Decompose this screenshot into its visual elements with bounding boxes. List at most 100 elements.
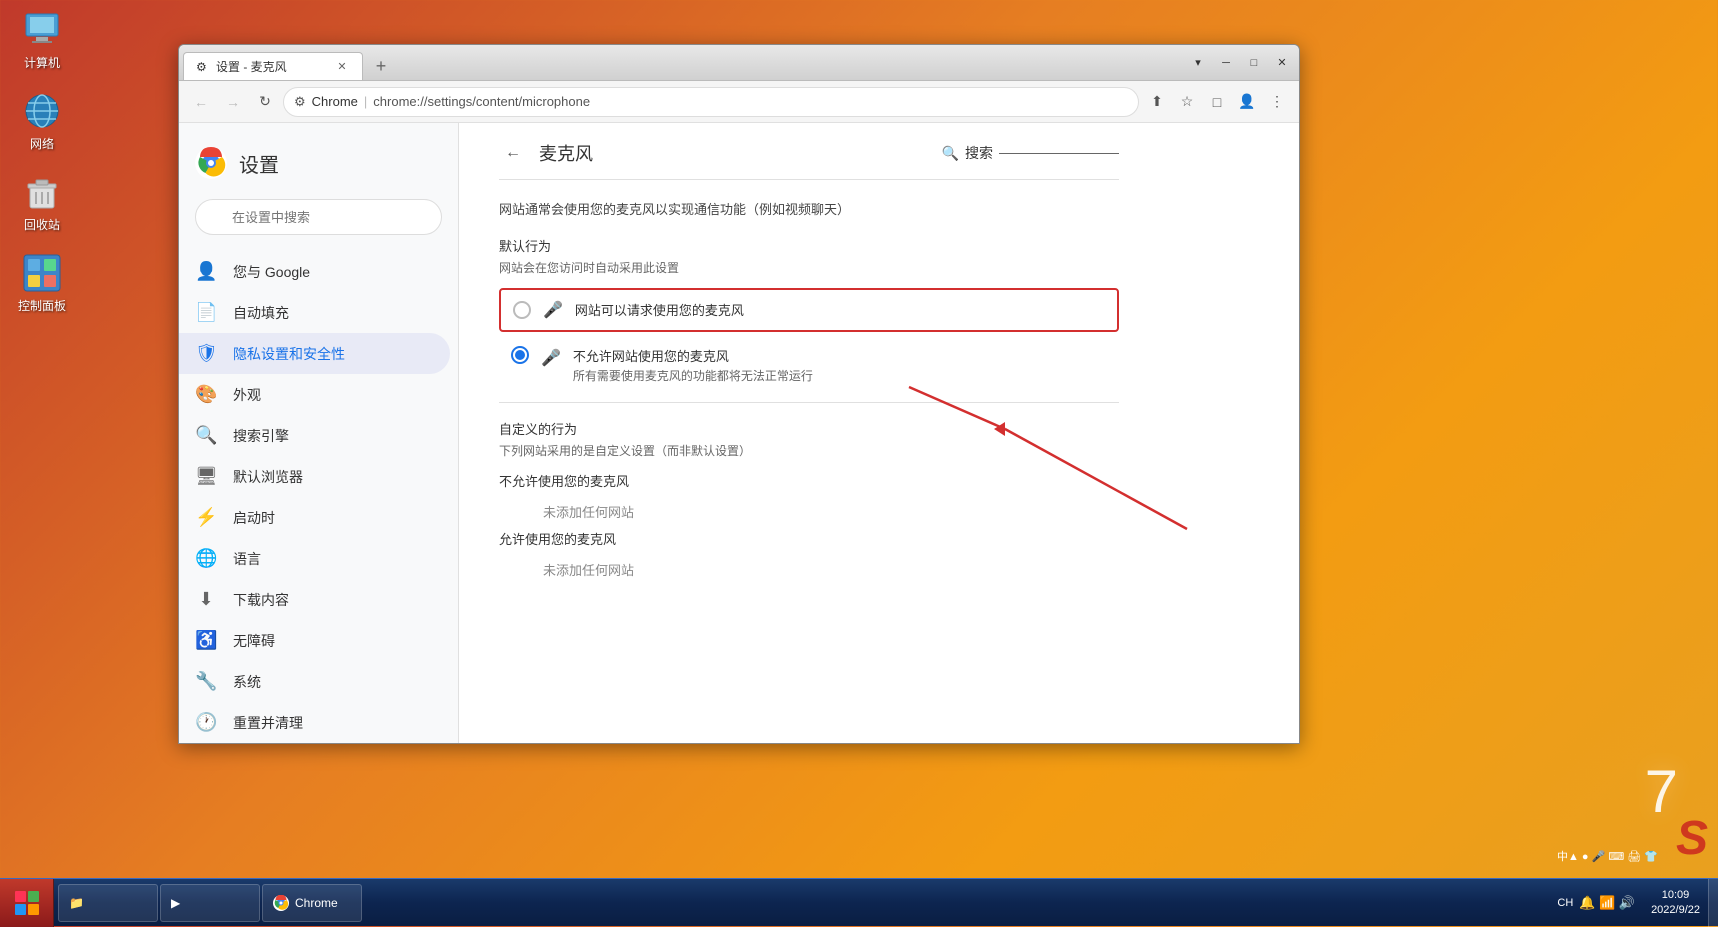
watermark-s: S (1676, 811, 1708, 866)
show-desktop-button[interactable] (1708, 879, 1718, 927)
address-bar[interactable]: ⚙ Chrome | chrome://settings/content/mic… (283, 87, 1139, 117)
tab-bar: ⚙ 设置 - 麦克风 ✕ + (183, 45, 1185, 80)
folder-icon: 📁 (69, 896, 84, 910)
tab-close-button[interactable]: ✕ (334, 59, 350, 75)
dropdown-button[interactable]: ▾ (1185, 53, 1211, 73)
control-label: 控制面板 (18, 297, 66, 314)
sidebar-item-label: 语言 (233, 549, 261, 569)
sidebar-item-label: 启动时 (233, 508, 275, 528)
sidebar-item-startup[interactable]: ⚡ 启动时 (179, 497, 450, 538)
option2-sub: 所有需要使用麦克风的功能都将无法正常运行 (573, 367, 813, 384)
desktop-icon-control[interactable]: 控制面板 (10, 253, 74, 314)
menu-button[interactable]: ⋮ (1263, 88, 1291, 116)
network-label: 网络 (30, 135, 54, 152)
divider (499, 402, 1119, 403)
window-controls: ▾ ─ □ ✕ (1185, 53, 1295, 73)
panel-search-area: 🔍 搜索 (942, 143, 1119, 163)
minimize-button[interactable]: ─ (1213, 53, 1239, 73)
taskbar-media-button[interactable]: ▶ (160, 884, 260, 922)
chrome-window: ⚙ 设置 - 麦克风 ✕ + ▾ ─ □ ✕ ← → ↻ ⚙ Chrome | (178, 44, 1300, 744)
clock-time: 10:09 (1651, 888, 1700, 902)
share-button[interactable]: ⬆ (1143, 88, 1171, 116)
page-description: 网站通常会使用您的麦克风以实现通信功能（例如视频聊天） (499, 200, 1119, 220)
system-icon: 🔧 (195, 671, 217, 692)
chinese-watermark: 中▲ ● 🎤 ⌨ 🖨 👕 (1557, 848, 1658, 864)
settings-content: ← 麦克风 🔍 搜索 网站通常会使用您的麦克风以实现通信功能（例如视频聊天） 默… (459, 123, 1299, 743)
sidebar-item-label: 外观 (233, 385, 261, 405)
sidebar-item-downloads[interactable]: ⬇ 下载内容 (179, 579, 450, 620)
close-button[interactable]: ✕ (1269, 53, 1295, 73)
url-path: chrome://settings/content/microphone (373, 94, 590, 109)
sidebar-item-reset[interactable]: 🕐 重置并清理 (179, 702, 450, 743)
radio-deny[interactable] (511, 346, 529, 364)
sidebar-item-appearance[interactable]: 🎨 外观 (179, 374, 450, 415)
desktop-icon-network[interactable]: 网络 (10, 91, 74, 152)
sidebar-item-language[interactable]: 🌐 语言 (179, 538, 450, 579)
back-button[interactable]: ← (187, 88, 215, 116)
sidebar-item-search[interactable]: 🔍 搜索引擎 (179, 415, 450, 456)
nav-actions: ⬆ ☆ □ 👤 ⋮ (1143, 88, 1291, 116)
sidebar-item-label: 搜索引擎 (233, 426, 289, 446)
downloads-icon: ⬇ (195, 589, 217, 610)
bookmark-button[interactable]: ☆ (1173, 88, 1201, 116)
google-icon: 👤 (195, 261, 217, 282)
browser-icon: 🖥 (195, 466, 217, 487)
sidebar-item-autofill[interactable]: 📄 自动填充 (179, 292, 450, 333)
panel-title: 麦克风 (539, 140, 593, 166)
settings-logo: 设置 (179, 139, 458, 199)
maximize-button[interactable]: □ (1241, 53, 1267, 73)
option-allow-request[interactable]: 🎤 网站可以请求使用您的麦克风 (499, 288, 1119, 332)
panel-back-button[interactable]: ← (499, 139, 527, 167)
taskbar-clock: 10:09 2022/9/22 (1643, 888, 1708, 917)
mic-blocked-icon: 🎤 (541, 348, 561, 368)
search-underline (999, 153, 1119, 154)
sidebar-item-label: 系统 (233, 672, 261, 692)
sidebar-item-accessibility[interactable]: ♿ 无障碍 (179, 620, 450, 661)
panel-search-icon: 🔍 (942, 145, 959, 162)
network-icon (22, 91, 62, 131)
taskbar-items: 📁 ▶ Chrome (54, 884, 1549, 922)
media-icon: ▶ (171, 896, 180, 910)
radio-allow-request[interactable] (513, 301, 531, 319)
language-icon: 🌐 (195, 548, 217, 569)
sidebar-item-label: 您与 Google (233, 262, 310, 282)
refresh-button[interactable]: ↻ (251, 88, 279, 116)
option2-texts: 不允许网站使用您的麦克风 所有需要使用麦克风的功能都将无法正常运行 (573, 346, 813, 384)
settings-search-input[interactable] (195, 199, 442, 235)
option1-label: 网站可以请求使用您的麦克风 (575, 300, 744, 319)
accessibility-icon: ♿ (195, 630, 217, 651)
taskbar-folder-button[interactable]: 📁 (58, 884, 158, 922)
settings-panel: ← 麦克风 🔍 搜索 网站通常会使用您的麦克风以实现通信功能（例如视频聊天） 默… (459, 123, 1159, 627)
desktop-icon-computer[interactable]: 计算机 (10, 10, 74, 71)
taskbar-chrome-button[interactable]: Chrome (262, 884, 362, 922)
recycle-label: 回收站 (24, 216, 60, 233)
sidebar-item-system[interactable]: 🔧 系统 (179, 661, 450, 702)
block-empty-label: 未添加任何网站 (499, 494, 1119, 529)
chrome-logo-icon (195, 147, 227, 179)
profile-button[interactable]: 👤 (1233, 88, 1261, 116)
taskbar-tray: CH 🔔 📶 🔊 (1549, 895, 1643, 911)
forward-button[interactable]: → (219, 88, 247, 116)
default-behavior-sub: 网站会在您访问时自动采用此设置 (499, 259, 1119, 276)
recycle-icon (22, 172, 62, 212)
control-icon (22, 253, 62, 293)
url-separator: | (364, 94, 367, 109)
sidebar-item-label: 自动填充 (233, 303, 289, 323)
sidebar-item-google[interactable]: 👤 您与 Google (179, 251, 450, 292)
sidebar-item-label: 隐私设置和安全性 (233, 344, 345, 364)
sidebar-item-privacy[interactable]: 🛡 隐私设置和安全性 (179, 333, 450, 374)
active-tab[interactable]: ⚙ 设置 - 麦克风 ✕ (183, 52, 363, 80)
new-tab-button[interactable]: + (367, 52, 395, 80)
appearance-icon: 🎨 (195, 384, 217, 405)
desktop-icon-recycle[interactable]: 回收站 (10, 172, 74, 233)
start-button[interactable] (0, 879, 54, 927)
panel-search-text: 搜索 (965, 143, 993, 163)
extensions-button[interactable]: □ (1203, 88, 1231, 116)
computer-label: 计算机 (24, 54, 60, 71)
custom-section-label: 自定义的行为 (499, 419, 1119, 438)
settings-search-area: 🔍 (179, 199, 458, 251)
sidebar-item-browser[interactable]: 🖥 默认浏览器 (179, 456, 450, 497)
sidebar-item-label: 无障碍 (233, 631, 275, 651)
option-block-deny[interactable]: 🎤 不允许网站使用您的麦克风 所有需要使用麦克风的功能都将无法正常运行 (499, 336, 1119, 394)
win7-text: 7 (1645, 757, 1678, 826)
